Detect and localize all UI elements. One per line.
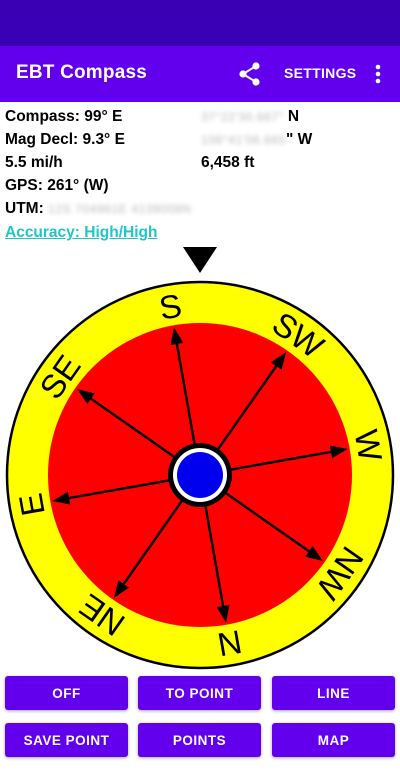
more-options-button[interactable] bbox=[368, 60, 388, 88]
compass-center-dot bbox=[177, 452, 223, 498]
mag-decl-reading: Mag Decl: 9.3° E bbox=[5, 131, 125, 148]
save-point-button[interactable]: SAVE POINT bbox=[5, 723, 128, 757]
compass-dial: ESES SWWNWNNE bbox=[5, 247, 395, 670]
utm-label: UTM: bbox=[5, 200, 44, 217]
share-button[interactable] bbox=[236, 60, 264, 88]
app-bar: EBT Compass SETTINGS bbox=[0, 46, 400, 102]
longitude-dir: " W bbox=[285, 131, 313, 148]
points-button[interactable]: POINTS bbox=[138, 723, 261, 757]
share-icon bbox=[239, 62, 260, 86]
latitude-dir: N bbox=[287, 108, 300, 125]
latitude-reading: 37°22'30.667" N bbox=[201, 108, 299, 126]
longitude-reading: 108°41'06.665" W bbox=[201, 131, 312, 149]
latitude-value: 37°22'30.667" bbox=[201, 109, 284, 124]
line-button[interactable]: LINE bbox=[272, 676, 395, 710]
utm-value: 12S 704961E 4139008N bbox=[48, 201, 192, 216]
heading-indicator-icon bbox=[183, 247, 217, 273]
off-button[interactable]: OFF bbox=[5, 676, 128, 710]
to-point-button[interactable]: TO POINT bbox=[138, 676, 261, 710]
settings-button[interactable]: SETTINGS bbox=[284, 65, 356, 81]
utm-reading: UTM: 12S 704961E 4139008N bbox=[5, 200, 192, 218]
compass-reading: Compass: 99° E bbox=[5, 108, 123, 125]
more-vert-icon bbox=[375, 64, 381, 84]
altitude-reading: 6,458 ft bbox=[201, 154, 255, 171]
status-bar bbox=[0, 0, 400, 46]
longitude-value: 108°41'06.665 bbox=[201, 132, 286, 147]
speed-reading: 5.5 mi/h bbox=[5, 154, 63, 171]
app-title: EBT Compass bbox=[16, 62, 148, 83]
map-button[interactable]: MAP bbox=[272, 723, 395, 757]
gps-reading: GPS: 261° (W) bbox=[5, 177, 109, 194]
